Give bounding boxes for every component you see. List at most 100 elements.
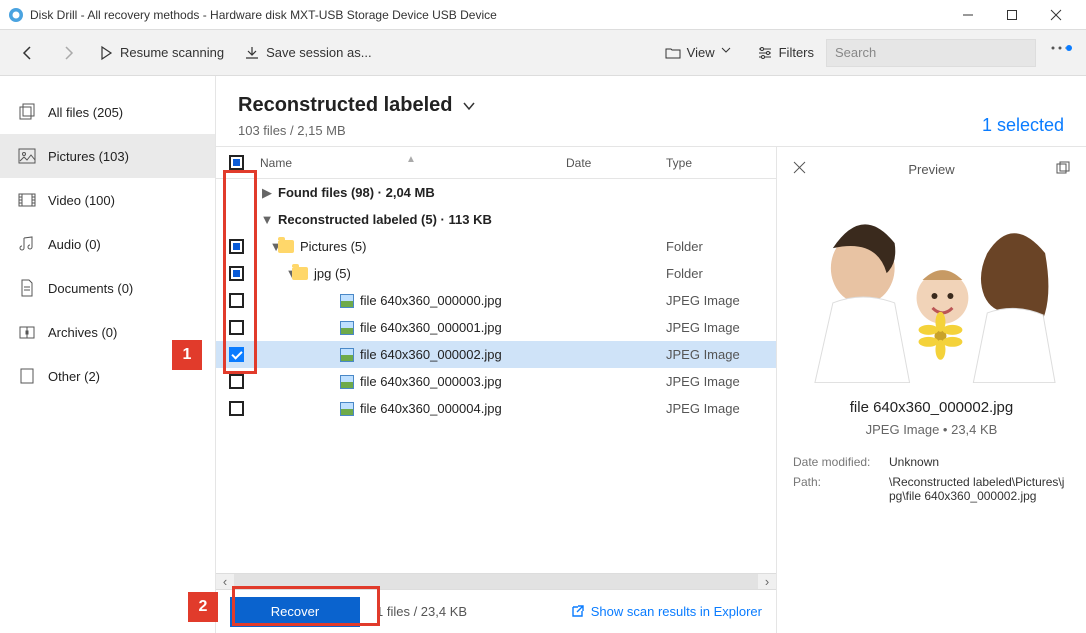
window-titlebar: Disk Drill - All recovery methods - Hard… [0,0,1086,30]
callout-number-2: 2 [188,592,218,622]
column-name[interactable]: ▲Name [256,156,566,170]
download-icon [244,45,260,61]
row-checkbox[interactable] [229,266,244,281]
play-icon [98,45,114,61]
app-icon [8,7,24,23]
collapse-icon[interactable]: ▼ [256,266,292,281]
filters-button[interactable]: Filters [749,39,822,67]
search-input[interactable]: Search [826,39,1036,67]
select-all-checkbox[interactable] [229,155,244,170]
page-icon [18,367,36,385]
sidebar-item-pictures[interactable]: Pictures (103) [0,134,215,178]
image-icon [18,147,36,165]
row-checkbox[interactable] [229,374,244,389]
image-file-icon [340,294,354,308]
row-checkbox[interactable] [229,320,244,335]
folder-icon [292,267,308,280]
prop-key: Date modified: [793,455,879,469]
file-row[interactable]: file 640x360_000001.jpg JPEG Image [216,314,776,341]
sidebar-item-audio[interactable]: Audio (0) [0,222,215,266]
page-title: Reconstructed labeled [238,94,453,117]
folder-row-pictures[interactable]: ▼ Pictures (5) Folder [216,233,776,260]
minimize-button[interactable] [946,0,990,30]
chevron-down-icon [721,45,737,61]
forward-button[interactable] [50,39,86,67]
folder-icon [278,240,294,253]
item-type: JPEG Image [666,320,776,335]
group-row-found[interactable]: ▶ Found files (98) · 2,04 MB [216,179,776,206]
file-row[interactable]: file 640x360_000004.jpg JPEG Image [216,395,776,422]
column-headers: ▲Name Date Type [216,147,776,179]
item-name: Pictures (5) [300,239,366,254]
view-label: View [687,45,715,60]
prop-value: \Reconstructed labeled\Pictures\jpg\file… [889,475,1070,503]
link-label: Show scan results in Explorer [591,604,762,619]
collapse-icon[interactable]: ▼ [256,239,278,254]
search-placeholder: Search [835,45,876,60]
image-file-icon [340,375,354,389]
sliders-icon [757,45,773,61]
external-link-icon [570,604,585,619]
preview-image [793,195,1070,385]
resume-scan-button[interactable]: Resume scanning [90,39,232,67]
group-label: Found files (98) · 2,04 MB [278,185,435,200]
sidebar-label: Other (2) [48,369,100,384]
group-label: Reconstructed labeled (5) · 113 KB [278,212,492,227]
view-dropdown[interactable]: View [657,39,745,67]
file-row-selected[interactable]: file 640x360_000002.jpg JPEG Image [216,341,776,368]
folder-icon [665,45,681,61]
footer-bar: Recover 1 files / 23,4 KB Show scan resu… [216,589,776,633]
item-name: file 640x360_000002.jpg [360,347,502,362]
music-icon [18,235,36,253]
page-title-wrap[interactable]: Reconstructed labeled [238,94,982,117]
column-type[interactable]: Type [666,156,776,170]
item-name: file 640x360_000000.jpg [360,293,502,308]
column-date[interactable]: Date [566,156,666,170]
back-button[interactable] [10,39,46,67]
sidebar-item-documents[interactable]: Documents (0) [0,266,215,310]
video-icon [18,191,36,209]
popout-button[interactable] [1050,161,1070,178]
preview-title: Preview [813,162,1050,177]
file-row[interactable]: file 640x360_000003.jpg JPEG Image [216,368,776,395]
item-type: JPEG Image [666,374,776,389]
content-area: Reconstructed labeled 103 files / 2,15 M… [216,76,1086,633]
sidebar-label: All files (205) [48,105,123,120]
prop-value: Unknown [889,455,1070,469]
window-title: Disk Drill - All recovery methods - Hard… [30,8,946,22]
sort-indicator-icon: ▲ [406,154,416,165]
sidebar-label: Documents (0) [48,281,133,296]
row-checkbox[interactable] [229,293,244,308]
folder-row-jpg[interactable]: ▼ jpg (5) Folder [216,260,776,287]
item-type: JPEG Image [666,401,776,416]
page-subtitle: 103 files / 2,15 MB [238,123,982,138]
save-label: Save session as... [266,45,372,60]
maximize-button[interactable] [990,0,1034,30]
close-preview-button[interactable] [793,161,813,177]
sidebar-label: Archives (0) [48,325,117,340]
recover-button[interactable]: Recover [230,597,360,627]
image-file-icon [340,348,354,362]
horizontal-scrollbar[interactable]: ‹› [216,573,776,589]
expand-icon[interactable]: ▶ [256,185,278,201]
more-menu-button[interactable] [1040,45,1076,61]
footer-status: 1 files / 23,4 KB [376,604,467,619]
row-checkbox[interactable] [229,401,244,416]
toolbar: Resume scanning Save session as... View … [0,30,1086,76]
file-row[interactable]: file 640x360_000000.jpg JPEG Image [216,287,776,314]
sidebar-item-video[interactable]: Video (100) [0,178,215,222]
preview-meta: JPEG Image • 23,4 KB [793,422,1070,437]
show-in-explorer-link[interactable]: Show scan results in Explorer [570,604,762,619]
collapse-icon[interactable]: ▼ [256,212,278,227]
chevron-down-icon [461,98,477,114]
callout-number-1: 1 [172,340,202,370]
group-row-recon[interactable]: ▼ Reconstructed labeled (5) · 113 KB [216,206,776,233]
save-session-button[interactable]: Save session as... [236,39,380,67]
row-checkbox[interactable] [229,239,244,254]
sidebar-label: Video (100) [48,193,115,208]
item-name: file 640x360_000001.jpg [360,320,502,335]
row-checkbox[interactable] [229,347,244,362]
close-button[interactable] [1034,0,1078,30]
item-type: JPEG Image [666,293,776,308]
sidebar-item-all[interactable]: All files (205) [0,90,215,134]
